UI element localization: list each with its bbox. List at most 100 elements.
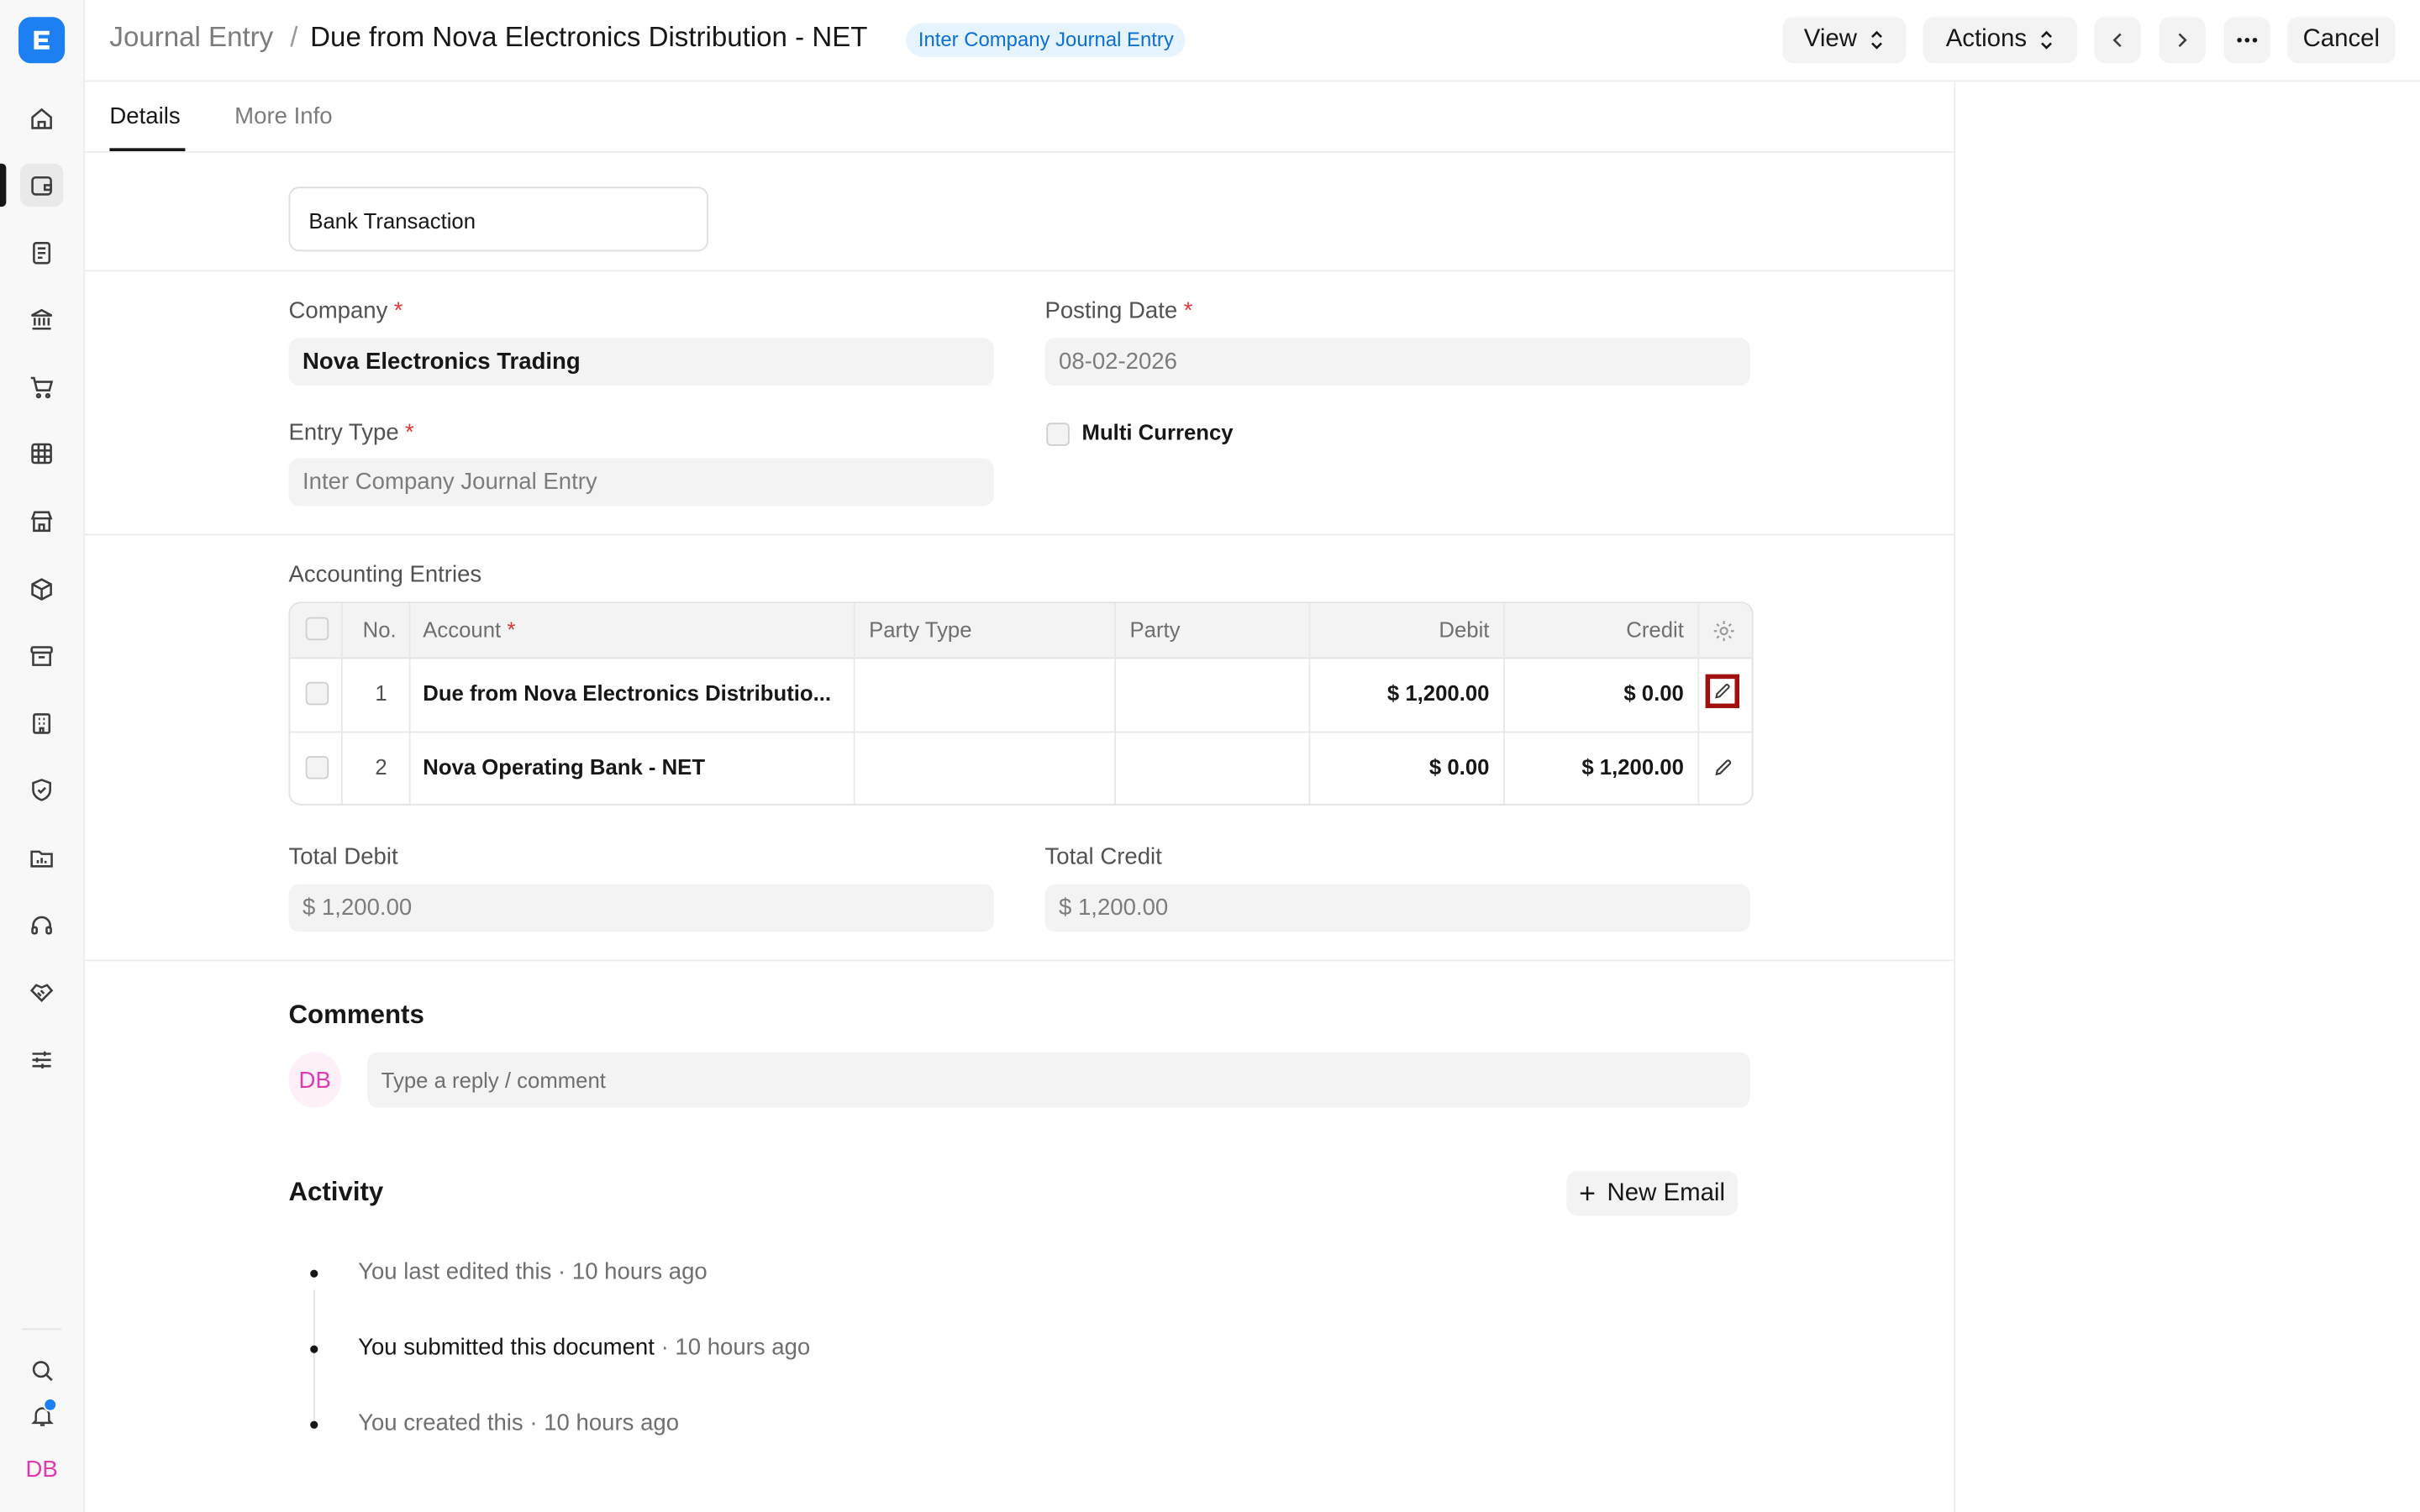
sidebar-active-indicator <box>0 163 7 207</box>
archive-icon[interactable] <box>20 634 63 677</box>
table-row[interactable]: 2 Nova Operating Bank - NET $ 0.00 $ 1,2… <box>290 732 1751 803</box>
shield-icon[interactable] <box>20 769 63 811</box>
posting-date-label: Posting Date * <box>1044 297 1192 323</box>
column-header-credit: Credit <box>1626 617 1684 643</box>
total-credit-field: $ 1,200.00 <box>1044 884 1750 932</box>
actions-button[interactable]: Actions <box>1923 17 2078 64</box>
ellipsis-icon <box>2237 38 2258 43</box>
wallet-icon[interactable] <box>19 163 64 207</box>
timeline-dot <box>310 1269 318 1278</box>
user-avatar[interactable]: DB <box>20 1451 63 1488</box>
table-row[interactable]: 1 Due from Nova Electronics Distributio.… <box>290 659 1752 733</box>
comment-avatar: DB <box>288 1052 341 1108</box>
row-checkbox[interactable] <box>305 756 329 780</box>
search-icon[interactable] <box>20 1348 63 1391</box>
column-header-account-text: Account <box>423 617 502 643</box>
comments-title: Comments <box>288 1000 424 1030</box>
activity-item-time: · 10 hours ago <box>551 1258 708 1285</box>
settings-icon[interactable] <box>1712 619 1736 652</box>
posting-date-field[interactable]: 08-02-2026 <box>1044 338 1750 386</box>
column-divider <box>853 603 855 804</box>
select-all-checkbox[interactable] <box>305 617 329 641</box>
app-logo[interactable] <box>18 17 66 64</box>
entry-type-field[interactable]: Inter Company Journal Entry <box>288 458 994 507</box>
pencil-icon <box>1715 684 1730 699</box>
column-divider <box>1114 603 1116 804</box>
account-cell[interactable]: Due from Nova Electronics Distributio... <box>423 680 831 705</box>
headset-icon[interactable] <box>20 904 63 947</box>
debit-cell[interactable]: $ 0.00 <box>1310 754 1490 779</box>
plus-icon <box>1581 1186 1595 1200</box>
breadcrumb-parent[interactable]: Journal Entry <box>109 22 273 55</box>
table-header: No. Account * Party Type Party Debit Cred… <box>290 603 1752 659</box>
tab-details[interactable]: Details <box>109 103 180 129</box>
chevron-updown-icon <box>1871 30 1883 50</box>
column-divider <box>1697 603 1700 804</box>
page-title: Due from Nova Electronics Distribution -… <box>310 21 868 53</box>
row-number: 2 <box>375 754 387 780</box>
activity-item-text: You created this <box>358 1410 523 1436</box>
more-options-button[interactable] <box>2223 17 2270 64</box>
activity-item: You submitted this document · 10 hours a… <box>358 1335 810 1361</box>
timeline-dot <box>310 1420 318 1429</box>
column-header-account: Account * <box>423 617 515 642</box>
chevron-right-icon <box>2178 33 2187 48</box>
activity-title: Activity <box>288 1177 384 1207</box>
column-header-no: No. <box>362 617 397 643</box>
view-button-label: View <box>1803 26 1857 53</box>
home-icon[interactable] <box>20 97 63 140</box>
entry-type-label: Entry Type * <box>288 420 413 446</box>
required-marker: * <box>1183 297 1193 324</box>
document-icon[interactable] <box>20 232 63 275</box>
actions-button-label: Actions <box>1945 26 2028 53</box>
building-icon[interactable] <box>20 702 63 745</box>
row-checkbox[interactable] <box>305 681 329 706</box>
active-tab-indicator <box>109 148 186 151</box>
bank-transaction-button[interactable]: Bank Transaction <box>288 186 709 252</box>
package-icon[interactable] <box>20 568 63 611</box>
section-divider <box>85 959 1954 962</box>
credit-cell[interactable]: $ 1,200.00 <box>1505 754 1684 779</box>
new-email-button[interactable]: New Email <box>1566 1171 1739 1216</box>
total-debit-label: Total Debit <box>288 843 398 870</box>
column-header-party: Party <box>1129 617 1181 643</box>
activity-item-time: · 10 hours ago <box>654 1334 811 1361</box>
activity-item: You created this · 10 hours ago <box>358 1410 679 1436</box>
entry-type-label-text: Entry Type <box>288 419 399 446</box>
pencil-icon[interactable] <box>1713 758 1733 785</box>
next-button[interactable] <box>2159 17 2206 64</box>
company-label-text: Company <box>288 297 388 324</box>
previous-button[interactable] <box>2094 17 2141 64</box>
bell-icon[interactable] <box>20 1394 63 1436</box>
tab-bar: Details More Info <box>85 81 1954 153</box>
table-icon[interactable] <box>20 432 63 475</box>
cart-icon[interactable] <box>20 365 63 408</box>
column-divider <box>340 603 343 804</box>
credit-cell[interactable]: $ 0.00 <box>1505 680 1684 705</box>
required-marker: * <box>405 419 414 446</box>
activity-timeline <box>313 1289 315 1426</box>
sidebar-divider <box>21 1328 62 1331</box>
multi-currency-checkbox[interactable] <box>1046 423 1070 446</box>
column-divider <box>1308 603 1311 804</box>
view-button[interactable]: View <box>1782 17 1907 64</box>
side-panel-divider <box>1954 81 1956 1512</box>
folder-chart-icon[interactable] <box>20 837 63 879</box>
total-debit-field: $ 1,200.00 <box>288 884 994 932</box>
debit-cell[interactable]: $ 1,200.00 <box>1310 680 1490 705</box>
company-field[interactable]: Nova Electronics Trading <box>288 338 994 386</box>
column-divider <box>408 603 411 804</box>
cancel-button-label: Cancel <box>2302 26 2381 53</box>
status-badge: Inter Company Journal Entry <box>906 23 1186 57</box>
cancel-button[interactable]: Cancel <box>2287 17 2396 64</box>
sliders-icon[interactable] <box>20 1038 63 1081</box>
edit-row-button[interactable] <box>1705 674 1739 709</box>
tab-more-info[interactable]: More Info <box>234 103 332 129</box>
store-icon[interactable] <box>20 500 63 543</box>
column-header-party-type: Party Type <box>869 617 972 643</box>
bank-icon[interactable] <box>20 297 63 340</box>
comment-input[interactable]: Type a reply / comment <box>367 1052 1750 1108</box>
handshake-icon[interactable] <box>20 970 63 1013</box>
account-cell[interactable]: Nova Operating Bank - NET <box>423 754 705 779</box>
chevron-left-icon <box>2112 33 2122 48</box>
